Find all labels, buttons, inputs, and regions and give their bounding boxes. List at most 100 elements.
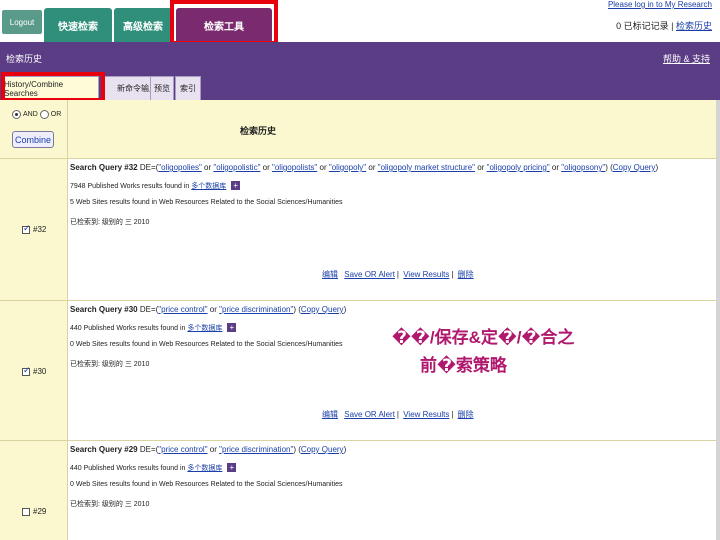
query-joiner: or (551, 163, 560, 172)
save-alert-link[interactable]: Save OR Alert (344, 410, 395, 419)
row-checkbox[interactable] (22, 223, 31, 234)
published-works-line: 440 Published Works results found in 多个数… (70, 323, 237, 333)
highlight-box-search-tools (170, 0, 278, 45)
login-link[interactable]: Please log in to My Research (608, 0, 712, 9)
row-details: Search Query #32 DE=("oligopolies" or "o… (68, 159, 716, 300)
highlight-box-history-tab (1, 72, 105, 102)
run-info: 已检索到: 级别的 三 2010 (70, 219, 150, 226)
row-select-cell: #32 (0, 159, 68, 300)
and-radio[interactable] (12, 110, 21, 119)
query-prefix: DE=( (139, 445, 159, 454)
query-term[interactable]: "oligopoly market structure" (378, 163, 475, 172)
slide-annotation: ��/保存&定�/�合之 前�索策略 (392, 324, 574, 380)
query-prefix: DE=( (139, 305, 159, 314)
published-count: 440 Published Works results found in (70, 465, 186, 472)
query-term[interactable]: "oligopoly pricing" (487, 163, 550, 172)
published-works-line: 7948 Published Works results found in 多个… (70, 181, 241, 191)
history-panel: AND OR Combine 检索历史 #32 Search Query #32… (0, 100, 716, 540)
copy-query-link[interactable]: Copy Query (301, 305, 344, 314)
query-term[interactable]: "oligopolistic" (213, 163, 260, 172)
query-joiner: or (209, 305, 217, 314)
view-results-link[interactable]: View Results (403, 270, 449, 279)
query-term[interactable]: "price discrimination" (219, 445, 293, 454)
edit-link[interactable]: 编辑 (322, 270, 338, 279)
row-number: #30 (33, 367, 47, 376)
query-term[interactable]: "oligopolies" (158, 163, 201, 172)
search-history-link[interactable]: 检索历史 (676, 21, 712, 31)
help-link[interactable]: 帮助 & 支持 (663, 52, 710, 65)
row-select-cell: #29 (0, 441, 68, 540)
row-number: #29 (33, 507, 47, 516)
query-label: Search Query #29 (70, 445, 138, 454)
tab-basic-search[interactable]: 快速检索 (44, 8, 112, 42)
row-details: Search Query #29 DE=("price control" or … (68, 441, 716, 540)
query-term[interactable]: "oligopoly" (329, 163, 366, 172)
query-suffix: ) (605, 163, 608, 172)
and-or-selector: AND OR (12, 110, 61, 119)
edit-link[interactable]: 编辑 (322, 410, 338, 419)
query-line: Search Query #30 DE=("price control" or … (70, 305, 347, 314)
query-term[interactable]: "oligopsony" (561, 163, 605, 172)
copy-query-link[interactable]: Copy Query (613, 163, 656, 172)
annotation-line-2: 前�索策略 (420, 356, 507, 375)
query-term[interactable]: "price discrimination" (219, 305, 293, 314)
annotation-line-1: ��/保存&定�/�合之 (392, 328, 575, 347)
history-row: #29 Search Query #29 DE=("price control"… (0, 440, 716, 540)
row-select-cell: #30 (0, 301, 68, 440)
save-alert-link[interactable]: Save OR Alert (344, 270, 395, 279)
databases-link[interactable]: 多个数据库 (191, 183, 226, 190)
delete-link[interactable]: 删除 (458, 410, 474, 419)
top-navigation: Logout 快速检索 高级检索 检索工具 Please log in to M… (0, 0, 720, 45)
query-term[interactable]: "price control" (158, 305, 207, 314)
query-joiner: or (319, 163, 327, 172)
query-prefix: DE=( (139, 163, 159, 172)
expand-icon[interactable]: + (231, 181, 241, 190)
websites-line: 0 Web Sites results found in Web Resourc… (70, 341, 343, 348)
databases-link[interactable]: 多个数据库 (187, 325, 222, 332)
row-checkbox[interactable] (22, 365, 31, 376)
top-links: 0 已标记记录 | 检索历史 (616, 19, 712, 32)
tab-advanced-search[interactable]: 高级检索 (114, 8, 172, 42)
published-count: 440 Published Works results found in (70, 325, 186, 332)
marked-records-link[interactable]: 0 已标记记录 (616, 21, 669, 31)
query-term[interactable]: "oligopolists" (272, 163, 317, 172)
row-number: #32 (33, 225, 47, 234)
history-row: #32 Search Query #32 DE=("oligopolies" o… (0, 158, 716, 300)
combine-button[interactable]: Combine (12, 131, 54, 148)
databases-link[interactable]: 多个数据库 (187, 465, 222, 472)
copy-query-link[interactable]: Copy Query (301, 445, 344, 454)
page-title: 检索历史 (6, 54, 43, 64)
query-joiner: or (204, 163, 212, 172)
query-suffix: ) (293, 305, 296, 314)
expand-icon[interactable]: + (227, 463, 237, 472)
tab-preview[interactable]: 预览 (150, 76, 174, 100)
combine-panel: AND OR Combine (0, 100, 68, 158)
delete-link[interactable]: 删除 (458, 270, 474, 279)
or-label: OR (50, 111, 62, 118)
websites-line: 0 Web Sites results found in Web Resourc… (70, 481, 343, 488)
published-works-line: 440 Published Works results found in 多个数… (70, 463, 237, 473)
row-checkbox[interactable] (22, 507, 30, 516)
run-info: 已检索到: 级别的 三 2010 (70, 361, 150, 368)
websites-line: 5 Web Sites results found in Web Resourc… (70, 199, 343, 206)
logout-button[interactable]: Logout (2, 10, 42, 34)
view-results-link[interactable]: View Results (403, 410, 449, 419)
published-count: 7948 Published Works results found in (70, 183, 190, 190)
vertical-scrollbar[interactable] (716, 100, 720, 540)
history-heading: 检索历史 (240, 126, 277, 136)
query-term[interactable]: "price control" (158, 445, 207, 454)
query-joiner: or (368, 163, 376, 172)
query-joiner: or (262, 163, 270, 172)
expand-icon[interactable]: + (227, 323, 237, 332)
query-suffix: ) (293, 445, 296, 454)
query-label: Search Query #32 (70, 163, 138, 172)
or-radio[interactable] (39, 110, 49, 119)
tab-index[interactable]: 索引 (175, 76, 201, 100)
query-line: Search Query #32 DE=("oligopolies" or "o… (70, 163, 659, 172)
query-line: Search Query #29 DE=("price control" or … (70, 445, 347, 454)
query-joiner: or (477, 163, 485, 172)
query-joiner: or (209, 445, 217, 454)
row-actions: 编辑 Save OR Alert | View Results | 删除 (322, 410, 474, 419)
row-actions: 编辑 Save OR Alert | View Results | 删除 (322, 270, 474, 279)
run-info: 已检索到: 级别的 三 2010 (70, 501, 150, 508)
